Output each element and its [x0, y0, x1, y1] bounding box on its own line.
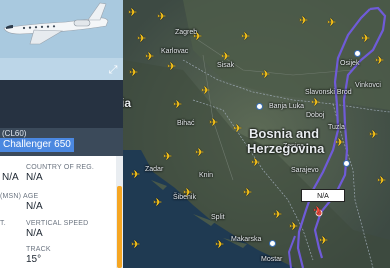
flight-label-tag[interactable]: N/A: [301, 189, 345, 202]
aircraft-icon[interactable]: ✈: [261, 70, 270, 81]
track-label: TRACK: [26, 246, 51, 253]
aircraft-icon[interactable]: ✈: [369, 130, 378, 141]
vertical-speed-label: VERTICAL SPEED: [26, 220, 89, 227]
aircraft-icon[interactable]: ✈: [327, 18, 336, 29]
city-label: Slavonski Brod: [305, 89, 352, 96]
aircraft-type-code: (CL60): [2, 129, 27, 138]
city-label: Karlovac: [161, 48, 189, 55]
aircraft-icon[interactable]: ✈: [153, 198, 162, 209]
city-pin[interactable]: [354, 50, 361, 57]
aircraft-icon[interactable]: ✈: [299, 16, 308, 27]
country-label-herzegovina: Herzegovina: [247, 141, 325, 156]
aircraft-icon[interactable]: ✈: [209, 118, 218, 129]
city-label: Doboj: [306, 112, 325, 119]
aircraft-icon[interactable]: ✈: [131, 240, 140, 251]
aircraft-icon[interactable]: ✈: [273, 210, 282, 221]
age-label: (MSN) AGE: [0, 193, 39, 200]
city-label: Sarajevo: [291, 167, 319, 174]
aircraft-icon[interactable]: ✈: [201, 86, 210, 97]
aircraft-image: [0, 0, 123, 80]
aircraft-icon[interactable]: ✈: [377, 176, 386, 187]
aircraft-icon[interactable]: ✈: [128, 8, 137, 19]
aircraft-info-panel: ⤢ (CL60) Challenger 650 COUNTRY OF REG. …: [0, 0, 123, 268]
aircraft-icon[interactable]: ✈: [311, 98, 320, 109]
flight-tracker-window: ⤢ (CL60) Challenger 650 COUNTRY OF REG. …: [0, 0, 390, 268]
city-pin[interactable]: [343, 160, 350, 167]
track-value: 15°: [26, 254, 42, 265]
flight-summary-band: [0, 80, 123, 128]
country-label: COUNTRY OF REG.: [26, 164, 95, 171]
aircraft-icon[interactable]: ✈: [289, 222, 298, 233]
aircraft-icon[interactable]: ✈: [145, 52, 154, 63]
aircraft-details: COUNTRY OF REG. N/A N/A (MSN) AGE N/A T.…: [0, 156, 116, 268]
aircraft-icon[interactable]: ✈: [163, 152, 172, 163]
aircraft-icon[interactable]: ✈: [137, 34, 146, 45]
aircraft-icon[interactable]: ✈: [375, 56, 384, 67]
aircraft-icon[interactable]: ✈: [251, 158, 260, 169]
aircraft-icon[interactable]: ✈: [195, 148, 204, 159]
aircraft-icon[interactable]: ✈: [193, 32, 202, 43]
aircraft-icon[interactable]: ✈: [129, 68, 138, 79]
country-label-bosnia: Bosnia and: [249, 126, 320, 141]
aircraft-icon[interactable]: ✈: [335, 138, 344, 149]
city-pin[interactable]: [269, 240, 276, 247]
aircraft-icon[interactable]: ✈: [131, 170, 140, 181]
aircraft-icon[interactable]: ✈: [241, 32, 250, 43]
city-label: Banja Luka: [269, 103, 305, 110]
aircraft-icon[interactable]: ✈: [319, 236, 328, 247]
city-pin[interactable]: [256, 103, 263, 110]
country-value: N/A: [26, 172, 43, 183]
city-label: Makarska: [231, 236, 262, 243]
aircraft-icon[interactable]: ✈: [361, 34, 370, 45]
country-label-croatia: ia: [123, 96, 132, 110]
aircraft-icon[interactable]: ✈: [233, 124, 242, 135]
city-label: Split: [211, 214, 225, 221]
aircraft-icon[interactable]: ✈: [183, 188, 192, 199]
aircraft-icon[interactable]: ✈: [173, 100, 182, 111]
aircraft-icon[interactable]: ✈: [157, 12, 166, 23]
city-label: Mostar: [261, 256, 283, 263]
city-label: Zadar: [145, 166, 164, 173]
selected-aircraft-icon[interactable]: ✈: [313, 206, 322, 217]
aircraft-icon[interactable]: ✈: [167, 62, 176, 73]
left-value-1: N/A: [2, 172, 19, 183]
city-label: Knin: [199, 172, 214, 179]
aircraft-icon[interactable]: ✈: [243, 188, 252, 199]
city-label: Osijek: [340, 60, 360, 67]
aircraft-photo[interactable]: ⤢: [0, 0, 123, 80]
left-label-fragment: T.: [0, 220, 6, 227]
map-view[interactable]: Zagreb Osijek Slavonski Brod Banja Luka …: [123, 0, 390, 268]
vertical-speed-value: N/A: [26, 228, 43, 239]
city-label: Tuzla: [328, 124, 345, 131]
city-label: Vinkovci: [355, 82, 381, 89]
scrollbar-thumb[interactable]: [117, 186, 122, 268]
age-value: N/A: [26, 201, 43, 212]
aircraft-icon[interactable]: ✈: [215, 240, 224, 251]
city-label: Bihać: [177, 120, 195, 127]
city-label: Sisak: [217, 62, 235, 69]
expand-icon[interactable]: ⤢: [107, 64, 119, 76]
aircraft-icon[interactable]: ✈: [221, 52, 230, 63]
aircraft-type-name: Challenger 650: [0, 138, 74, 152]
